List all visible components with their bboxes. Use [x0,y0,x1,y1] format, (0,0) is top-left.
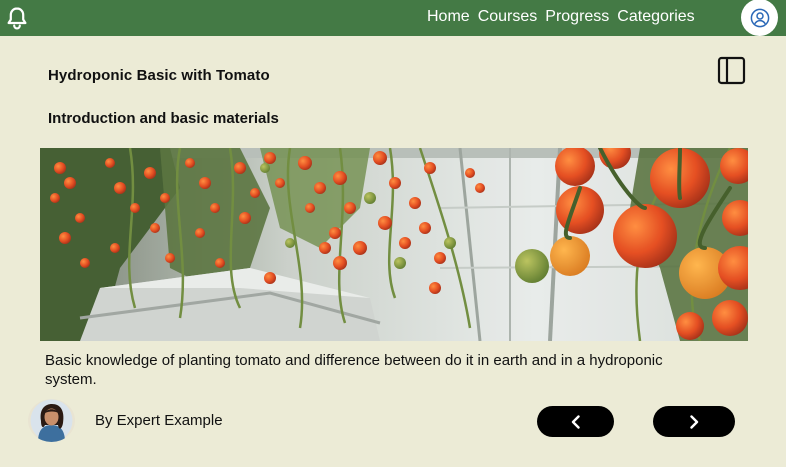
author-avatar[interactable] [28,399,75,442]
chevron-right-icon [690,414,699,429]
nav-categories-link[interactable]: Categories [617,7,694,27]
bell-icon[interactable] [5,5,29,31]
next-button[interactable] [653,406,735,437]
nav-home-link[interactable]: Home [427,7,470,27]
author-byline: By Expert Example [95,412,223,429]
tomato-greenhouse-photo [40,148,748,341]
nav-progress-link[interactable]: Progress [545,7,609,27]
profile-button[interactable] [741,0,778,36]
previous-button[interactable] [537,406,614,437]
user-circle-icon [750,8,769,27]
lesson-description: Basic knowledge of planting tomato and d… [45,352,663,388]
sidebar-panel-icon[interactable] [717,56,746,85]
main-nav: Home Courses Progress Categories [427,6,695,28]
lesson-title: Introduction and basic materials [48,110,279,127]
nav-courses-link[interactable]: Courses [478,7,538,27]
top-nav-bar: Home Courses Progress Categories [0,0,786,36]
chevron-left-icon [571,414,580,429]
course-title: Hydroponic Basic with Tomato [48,67,270,84]
